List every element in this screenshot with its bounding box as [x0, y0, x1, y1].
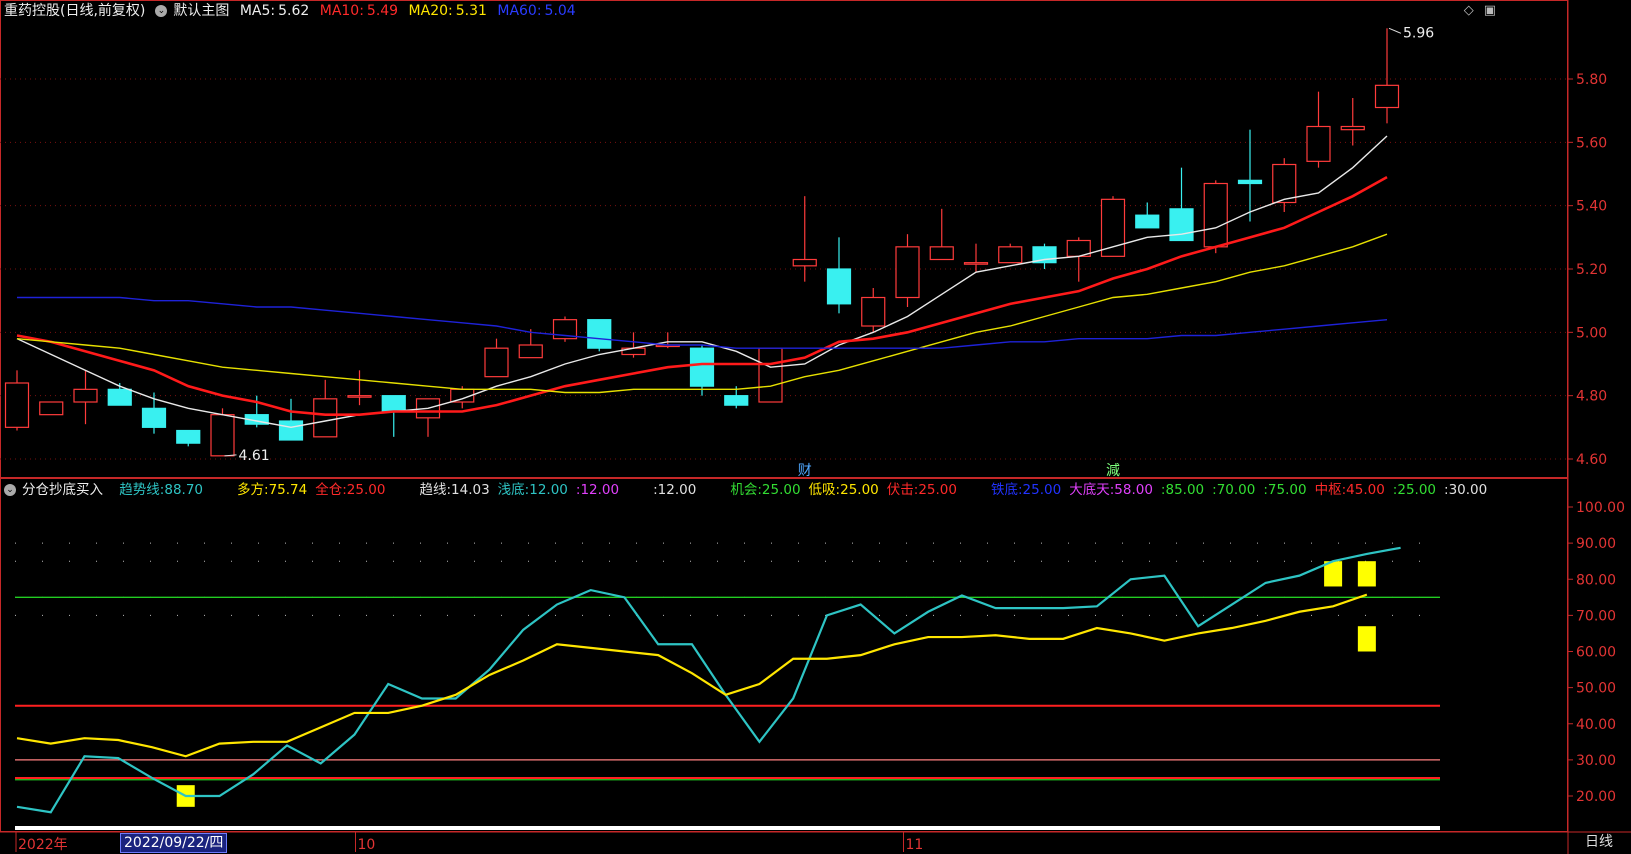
indicator-item-3: 趋线:14.03	[419, 482, 490, 498]
selected-date: 2022/09/22/四	[120, 833, 228, 853]
indicator-item-15: 中枢:45.00	[1314, 482, 1385, 498]
main-panel-frame	[0, 0, 1568, 478]
indicator-item-11: 大底天:58.00	[1069, 482, 1153, 498]
indicator-item-7: 机会:25.00	[730, 482, 801, 498]
window-icon[interactable]: ▣	[1484, 3, 1496, 18]
indicator-series-1	[16, 593, 1368, 758]
value-tick-label: 60.00	[1576, 645, 1616, 661]
indicator-item-2: 全仓:25.00	[315, 482, 386, 498]
price-tick-label: 4.80	[1576, 389, 1607, 405]
candle-body	[895, 246, 920, 299]
indicator-item-13: :70.00	[1212, 482, 1256, 498]
stock-chart-canvas[interactable]: 4.60 4.80 5.00 5.20 5.40 5.60 5.80 5.96 4.61 财 減 20…	[0, 0, 1631, 854]
circle-chevron-icon[interactable]: ⌄	[155, 5, 168, 17]
candle-body	[1169, 208, 1194, 242]
time-label: 10	[358, 837, 376, 853]
candle-body	[792, 258, 817, 267]
indicator-item-6: :12.00	[653, 482, 697, 498]
indicator-item-1: 多方:75.74	[237, 482, 308, 498]
price-tick-label: 5.00	[1576, 325, 1607, 341]
candle-body	[518, 344, 543, 359]
price-tick-label: 5.60	[1576, 135, 1607, 151]
candle-body	[278, 420, 304, 441]
time-label: 2022年	[18, 837, 68, 853]
candle-body	[1100, 198, 1126, 257]
value-tick-label: 40.00	[1576, 717, 1616, 733]
candle-body	[587, 319, 612, 349]
candle-body	[4, 382, 30, 428]
main-chart-name[interactable]: 默认主图	[173, 3, 229, 19]
value-tick-label: 70.00	[1576, 608, 1616, 624]
candle-body	[176, 429, 201, 444]
indicator-item-0: 趋势线:88.70	[119, 482, 204, 498]
circle-chevron-icon[interactable]: ⌄	[4, 484, 16, 496]
value-tick-label: 50.00	[1576, 681, 1616, 697]
stock-name[interactable]: 重药控股	[4, 3, 60, 19]
indicator-item-14: :75.00	[1263, 482, 1307, 498]
indicator-name[interactable]: 分仓抄底买入	[22, 482, 103, 498]
candle-body	[929, 246, 954, 261]
value-tick-label: 80.00	[1576, 572, 1616, 588]
candle-body	[107, 388, 132, 406]
candle-body	[381, 395, 406, 413]
indicator-item-9: 伏击:25.00	[886, 482, 957, 498]
candle-body	[758, 347, 783, 403]
candle-body	[1374, 84, 1400, 109]
main-chart-header: 重药控股(日线,前复权) ⌄ 默认主图 MA5: 5.62 MA10: 5.49 MA2…	[0, 0, 582, 22]
candle-body	[724, 395, 749, 406]
value-tick-label: 30.00	[1576, 753, 1616, 769]
candle-body	[1203, 182, 1228, 248]
indicator-item-12: :85.00	[1160, 482, 1205, 498]
candle-body	[347, 395, 372, 398]
signal-bar	[1357, 626, 1376, 652]
candle-body	[1272, 163, 1297, 204]
candle-body	[210, 414, 235, 457]
candle-body	[826, 268, 852, 305]
indicator-item-16: :25.00	[1392, 482, 1437, 498]
value-tick-label: 20.00	[1576, 789, 1616, 805]
candle-body	[1237, 179, 1263, 185]
ma5-label: MA5: 5.62	[239, 3, 310, 19]
indicator-item-5: :12.00	[575, 482, 620, 498]
candle-body	[689, 347, 715, 387]
reduce-marker: 減	[1106, 462, 1120, 479]
indicator-series-0	[16, 546, 1401, 814]
price-tick-label: 4.60	[1576, 452, 1607, 468]
value-tick-label: 90.00	[1576, 536, 1616, 552]
diamond-icon[interactable]: ◇	[1464, 3, 1474, 18]
candle-body	[1306, 125, 1331, 162]
period-button[interactable]: 日线	[1585, 831, 1613, 851]
signal-bar	[1357, 561, 1376, 587]
candle-body	[141, 407, 167, 428]
high-price-label: 5.96	[1403, 25, 1434, 41]
price-tick-label: 5.80	[1576, 72, 1607, 88]
indicator-item-17: :30.00	[1444, 482, 1488, 498]
candle-body	[963, 262, 989, 265]
candle-body	[1340, 125, 1365, 131]
value-tick-label: 100.00	[1576, 500, 1625, 516]
candle-body	[861, 296, 886, 327]
candle-body	[1135, 214, 1160, 229]
time-label: 11	[906, 837, 924, 853]
price-tick-label: 5.20	[1576, 262, 1607, 278]
window-controls: ◇ ▣	[1454, 3, 1496, 18]
ma60-label: MA60: 5.04	[497, 3, 576, 19]
period-mode: (日线,前复权)	[60, 3, 146, 19]
ma20-label: MA20: 5.31	[408, 3, 487, 19]
indicator-item-8: 低吸:25.00	[808, 482, 879, 498]
ma-series-ma60	[17, 296, 1388, 349]
low-price-label: 4.61	[239, 448, 270, 464]
high-marker	[1388, 27, 1402, 34]
candle-body	[73, 388, 98, 403]
indicator-item-10: 铁底:25.00	[990, 482, 1062, 498]
candle-body	[39, 401, 64, 416]
candle-body	[484, 347, 509, 378]
candle-body	[313, 398, 338, 438]
finance-marker: 财	[798, 463, 812, 479]
ma10-label: MA10: 5.49	[319, 3, 399, 19]
price-tick-label: 5.40	[1576, 199, 1607, 215]
candle-body	[998, 246, 1023, 264]
indicator-item-4: 浅底:12.00	[497, 482, 568, 498]
indicator-header: ⌄ 分仓抄底买入 趋势线:88.70 多方:75.74 全仓:25.00 趋线:14.0…	[0, 479, 1495, 501]
